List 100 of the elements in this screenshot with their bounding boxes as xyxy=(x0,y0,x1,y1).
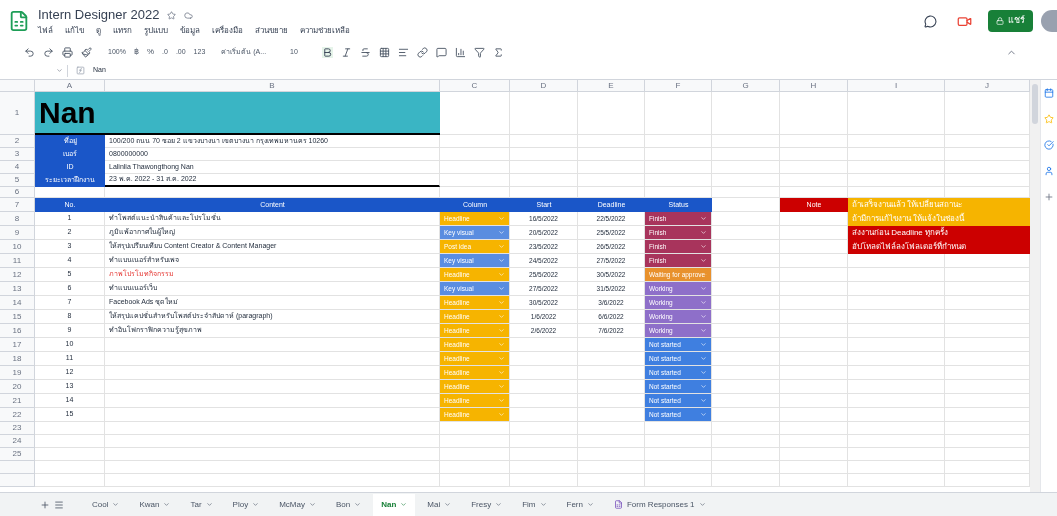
row-header[interactable]: 21 xyxy=(0,394,35,408)
share-button[interactable]: แชร์ xyxy=(988,10,1033,32)
grid-cell xyxy=(440,148,510,161)
sheet-tab[interactable]: McMay xyxy=(271,493,324,516)
sheet-tab[interactable]: Form Responses 1 xyxy=(605,493,714,516)
add-sheet-icon[interactable] xyxy=(40,499,50,510)
print-icon[interactable] xyxy=(62,46,73,58)
menu-item[interactable]: ข้อมูล xyxy=(180,24,200,37)
undo-icon[interactable] xyxy=(24,46,35,58)
row-header[interactable]: 9 xyxy=(0,226,35,240)
sheet-tab[interactable]: Fern xyxy=(558,493,602,516)
menu-item[interactable]: ไฟล์ xyxy=(38,24,53,37)
align-icon[interactable] xyxy=(397,46,409,58)
grid-cell xyxy=(578,435,645,448)
column-header[interactable]: I xyxy=(848,80,945,92)
row-header[interactable]: 6 xyxy=(0,187,35,198)
row-header[interactable]: 1 xyxy=(0,92,35,135)
row-header[interactable]: 18 xyxy=(0,352,35,366)
function-icon[interactable] xyxy=(76,66,85,75)
calendar-icon[interactable] xyxy=(1044,88,1054,98)
grid-cell xyxy=(712,448,780,461)
row-header[interactable]: 3 xyxy=(0,148,35,161)
column-header[interactable]: C xyxy=(440,80,510,92)
grid-cell xyxy=(645,435,712,448)
contacts-icon[interactable] xyxy=(1044,166,1054,176)
all-sheets-icon[interactable] xyxy=(54,499,64,510)
chart-icon[interactable] xyxy=(454,46,466,58)
sheet-tab[interactable]: Fresy xyxy=(463,493,511,516)
menu-item[interactable]: แก้ไข xyxy=(65,24,84,37)
sheets-logo-icon[interactable] xyxy=(8,10,30,32)
row-header[interactable]: 20 xyxy=(0,380,35,394)
cloud-icon[interactable] xyxy=(184,10,194,20)
sheet-tab[interactable]: Fim xyxy=(514,493,555,516)
sheet-tab[interactable]: Cool xyxy=(84,493,128,516)
row-header[interactable]: 5 xyxy=(0,174,35,187)
sheet-tab[interactable]: Bon xyxy=(327,493,370,516)
grid-cell xyxy=(578,161,645,174)
menu-item[interactable]: แทรก xyxy=(113,24,132,37)
row-header[interactable]: 13 xyxy=(0,282,35,296)
borders-icon[interactable] xyxy=(378,46,390,58)
tasks-icon[interactable] xyxy=(1044,140,1054,150)
grid-cell xyxy=(780,448,848,461)
form-icon xyxy=(613,500,623,509)
column-header[interactable]: D xyxy=(510,80,578,92)
menu-item[interactable]: ดู xyxy=(96,24,101,37)
sheet-tab[interactable]: Tar xyxy=(182,493,221,516)
caret-icon xyxy=(354,501,362,508)
row-header[interactable]: 14 xyxy=(0,296,35,310)
comment-icon[interactable] xyxy=(435,46,447,58)
italic-icon[interactable] xyxy=(340,46,352,58)
row-header[interactable]: 7 xyxy=(0,198,35,212)
comment-icon[interactable] xyxy=(924,14,937,28)
row-header[interactable]: 22 xyxy=(0,408,35,422)
star-icon[interactable] xyxy=(167,10,177,20)
note-text: ส่งงานก่อน Deadline ทุกครั้ง xyxy=(848,226,1030,240)
column-header[interactable]: B xyxy=(105,80,440,92)
menu-item[interactable]: รูปแบบ xyxy=(144,24,168,37)
grid-cell xyxy=(780,474,848,487)
row-header[interactable]: 15 xyxy=(0,310,35,324)
redo-icon[interactable] xyxy=(43,46,54,58)
menu-item[interactable]: ส่วนขยาย xyxy=(255,24,288,37)
avatar-icon[interactable] xyxy=(1041,10,1057,32)
column-header[interactable]: J xyxy=(945,80,1030,92)
row-header[interactable]: 23 xyxy=(0,422,35,435)
row-header[interactable]: 10 xyxy=(0,240,35,254)
percent-format[interactable]: % xyxy=(146,46,155,58)
functions-icon[interactable] xyxy=(492,46,504,58)
column-header[interactable]: G xyxy=(712,80,780,92)
grid-cell xyxy=(780,366,848,380)
row-header[interactable]: 8 xyxy=(0,212,35,226)
row-header[interactable]: 25 xyxy=(0,448,35,461)
link-icon[interactable] xyxy=(416,46,428,58)
row-header[interactable]: 17 xyxy=(0,338,35,352)
column-header[interactable]: F xyxy=(645,80,712,92)
currency-format[interactable]: ฿ xyxy=(133,46,139,58)
row-header[interactable]: 16 xyxy=(0,324,35,338)
strikethrough-icon[interactable] xyxy=(359,46,371,58)
sheet-tab[interactable]: Nan xyxy=(373,493,416,516)
bold-icon[interactable] xyxy=(321,46,333,58)
sheet-tab[interactable]: Kwan xyxy=(131,493,179,516)
sheet-tab[interactable]: Ploy xyxy=(224,493,268,516)
grid-cell xyxy=(645,161,712,174)
column-header[interactable]: A xyxy=(35,80,105,92)
column-header[interactable]: H xyxy=(780,80,848,92)
add-icon[interactable] xyxy=(1044,192,1054,202)
row-header[interactable]: 12 xyxy=(0,268,35,282)
row-header[interactable]: 19 xyxy=(0,366,35,380)
menu-item[interactable]: เครื่องมือ xyxy=(212,24,243,37)
row-header[interactable]: 2 xyxy=(0,135,35,148)
row-header[interactable]: 24 xyxy=(0,435,35,448)
row-header[interactable]: 11 xyxy=(0,254,35,268)
row-header[interactable]: 4 xyxy=(0,161,35,174)
document-title[interactable]: Intern Designer 2022 xyxy=(38,5,160,25)
grid-cell xyxy=(780,135,848,148)
scrollbar-thumb[interactable] xyxy=(1032,84,1038,124)
sheet-tab[interactable]: Mai xyxy=(419,493,460,516)
filter-icon[interactable] xyxy=(473,46,485,58)
paint-format-icon[interactable] xyxy=(81,46,92,58)
menu-item[interactable]: ความช่วยเหลือ xyxy=(300,24,350,37)
column-header[interactable]: E xyxy=(578,80,645,92)
